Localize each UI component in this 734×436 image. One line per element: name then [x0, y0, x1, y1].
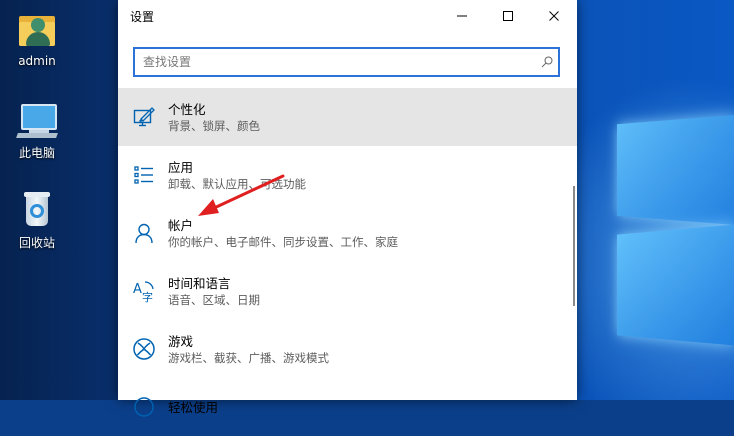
apps-icon: [118, 164, 168, 186]
category-description: 背景、锁屏、颜色: [168, 118, 260, 133]
window-title: 设置: [130, 9, 155, 24]
windows-logo: [576, 114, 734, 350]
time-language-icon: A 字: [118, 279, 168, 303]
category-ease-of-access[interactable]: 轻松使用: [118, 378, 577, 436]
settings-window: 设置 查找设置 个性化 背景、锁屏、颜色 应用 卸载、默认应用、可选功能 帐户 …: [118, 0, 577, 417]
search-box[interactable]: [133, 47, 560, 77]
minimize-icon: [457, 15, 467, 17]
recycle-bin-icon: [15, 190, 59, 230]
desktop-icon-recycle-bin[interactable]: 回收站: [4, 190, 70, 251]
desktop-icon-this-pc[interactable]: 此电脑: [4, 100, 70, 161]
desktop-icon-label: 回收站: [18, 236, 55, 250]
maximize-icon: [503, 11, 513, 21]
close-button[interactable]: [531, 0, 577, 32]
close-icon: [549, 11, 559, 21]
minimize-button[interactable]: [439, 0, 485, 32]
category-description: 你的帐户、电子邮件、同步设置、工作、家庭: [168, 234, 398, 249]
scrollbar[interactable]: [573, 186, 575, 306]
category-description: 语音、区域、日期: [168, 292, 260, 307]
accounts-icon: [118, 222, 168, 244]
settings-category-list: 个性化 背景、锁屏、颜色 应用 卸载、默认应用、可选功能 帐户 你的帐户、电子邮…: [118, 88, 577, 436]
user-folder-icon: [15, 10, 59, 50]
svg-text:A: A: [133, 282, 142, 297]
category-gaming[interactable]: 游戏 游戏栏、截获、广播、游戏模式: [118, 320, 577, 378]
desktop-icon-admin[interactable]: admin: [4, 10, 70, 68]
gaming-icon: [118, 337, 168, 361]
desktop-icon-label: 此电脑: [18, 146, 55, 160]
category-description: 卸载、默认应用、可选功能: [168, 176, 306, 191]
search-icon[interactable]: [536, 56, 558, 68]
maximize-button[interactable]: [485, 0, 531, 32]
category-name: 帐户: [168, 217, 194, 233]
category-name: 轻松使用: [168, 399, 219, 415]
desktop-icon-label: admin: [18, 54, 56, 68]
svg-text:字: 字: [142, 290, 153, 303]
title-bar[interactable]: 设置: [118, 0, 577, 32]
personalization-icon: [118, 106, 168, 128]
category-name: 时间和语言: [168, 275, 231, 291]
computer-icon: [15, 100, 59, 140]
search-input[interactable]: [135, 49, 536, 75]
category-name: 应用: [168, 159, 194, 175]
category-time-language[interactable]: A 字 时间和语言 语音、区域、日期: [118, 262, 577, 320]
ease-of-access-icon: [118, 396, 168, 418]
category-description: 游戏栏、截获、广播、游戏模式: [168, 350, 329, 365]
category-accounts[interactable]: 帐户 你的帐户、电子邮件、同步设置、工作、家庭: [118, 204, 577, 262]
category-name: 游戏: [168, 333, 194, 349]
category-name: 个性化: [168, 101, 206, 117]
category-personalization[interactable]: 个性化 背景、锁屏、颜色: [118, 88, 577, 146]
category-apps[interactable]: 应用 卸载、默认应用、可选功能: [118, 146, 577, 204]
